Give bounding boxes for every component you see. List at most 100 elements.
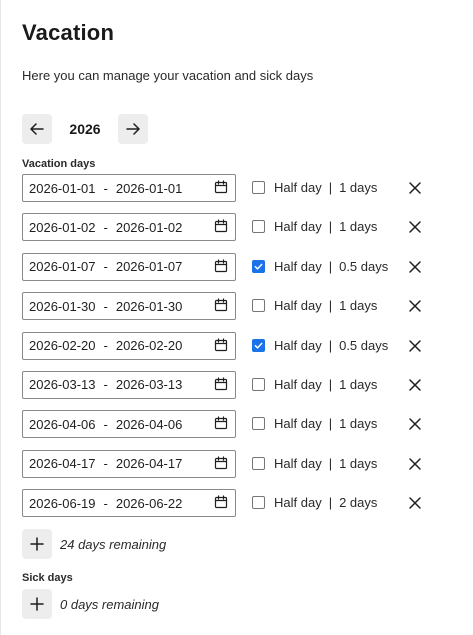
close-icon[interactable] <box>408 457 422 471</box>
previous-year-button[interactable] <box>22 114 52 144</box>
vacation-row: 2026-03-13-2026-03-13 Half day | 1 days <box>22 370 442 410</box>
half-day-checkbox[interactable] <box>252 338 265 352</box>
calendar-icon[interactable] <box>214 377 228 391</box>
pipe-separator: | <box>328 495 333 511</box>
end-date: 2026-01-02 <box>115 219 183 235</box>
days-count: 1 days <box>339 180 378 195</box>
date-range-input[interactable]: 2026-04-17-2026-04-17 <box>22 449 236 478</box>
plus-icon <box>30 537 44 551</box>
start-date: 2026-01-02 <box>29 219 96 235</box>
days-count: 1 days <box>339 376 378 392</box>
calendar-icon[interactable] <box>214 219 228 233</box>
calendar-icon[interactable] <box>214 416 228 430</box>
start-date: 2026-04-06 <box>29 416 96 432</box>
pipe-separator: | <box>328 455 333 471</box>
half-day-checkbox[interactable] <box>252 181 265 194</box>
vacation-row: 2026-01-30-2026-01-30 Half day | 1 days <box>22 292 442 331</box>
year-label: 2026 <box>69 121 101 137</box>
start-date: 2026-04-17 <box>29 456 96 472</box>
date-range-input[interactable]: 2026-04-06-2026-04-06 <box>22 410 236 439</box>
calendar-icon[interactable] <box>214 259 228 273</box>
date-range-input[interactable]: 2026-03-13-2026-03-13 <box>22 370 236 399</box>
date-separator: - <box>103 416 108 432</box>
close-icon[interactable] <box>408 299 422 313</box>
calendar-icon[interactable] <box>214 180 228 194</box>
vacation-remaining: 24 days remaining <box>60 536 167 552</box>
half-day-checkbox[interactable] <box>252 299 265 313</box>
date-separator: - <box>103 180 108 196</box>
date-separator: - <box>103 219 108 235</box>
date-range-input[interactable]: 2026-01-02-2026-01-02 <box>22 213 236 242</box>
close-icon[interactable] <box>408 181 422 195</box>
end-date: 2026-01-30 <box>115 298 183 314</box>
date-range-input[interactable]: 2026-06-19-2026-06-22 <box>22 489 236 518</box>
start-date: 2026-01-01 <box>29 180 96 196</box>
calendar-icon[interactable] <box>214 298 228 312</box>
half-day-label: Half day | 0.5 days <box>274 338 388 353</box>
close-icon[interactable] <box>408 220 422 234</box>
date-separator: - <box>103 495 108 511</box>
end-date: 2026-03-13 <box>115 377 183 393</box>
start-date: 2026-01-30 <box>29 298 96 314</box>
days-count: 1 days <box>339 455 378 471</box>
half-day-label: Half day | 1 days <box>274 377 377 392</box>
date-separator: - <box>103 338 108 354</box>
close-icon[interactable] <box>408 260 422 274</box>
half-day-text: Half day <box>274 219 322 235</box>
calendar-icon[interactable] <box>214 456 228 470</box>
vacation-row: 2026-04-17-2026-04-17 Half day | 1 days <box>22 449 442 489</box>
next-year-button[interactable] <box>118 114 148 144</box>
end-date: 2026-06-22 <box>115 495 183 511</box>
close-icon[interactable] <box>408 417 422 431</box>
date-separator: - <box>103 259 108 275</box>
half-day-text: Half day <box>274 495 322 511</box>
calendar-icon[interactable] <box>214 495 228 509</box>
checkmark-icon <box>254 263 263 270</box>
pipe-separator: | <box>328 298 333 314</box>
half-day-checkbox[interactable] <box>252 259 265 273</box>
days-count: 0.5 days <box>339 258 389 274</box>
close-icon[interactable] <box>408 378 422 392</box>
end-date: 2026-02-20 <box>115 338 183 354</box>
pipe-separator: | <box>328 219 333 235</box>
vacation-add-row: 24 days remaining <box>22 529 166 559</box>
pipe-separator: | <box>328 258 333 274</box>
half-day-text: Half day <box>274 416 322 432</box>
date-range-input[interactable]: 2026-01-07-2026-01-07 <box>22 252 236 281</box>
date-separator: - <box>103 298 108 314</box>
sick-add-row: 0 days remaining <box>22 589 159 619</box>
half-day-checkbox[interactable] <box>252 377 265 391</box>
date-range-input[interactable]: 2026-01-01-2026-01-01 <box>22 174 236 202</box>
date-separator: - <box>103 456 108 472</box>
add-sick-day-button[interactable] <box>22 589 52 619</box>
half-day-label: Half day | 1 days <box>274 416 377 431</box>
end-date: 2026-04-06 <box>115 416 183 432</box>
vacation-row: 2026-01-02-2026-01-02 Half day | 1 days <box>22 213 442 252</box>
half-day-checkbox[interactable] <box>252 496 265 510</box>
date-range-input[interactable]: 2026-01-30-2026-01-30 <box>22 292 236 321</box>
vacation-days-label: Vacation days <box>22 158 96 170</box>
half-day-checkbox[interactable] <box>252 417 265 431</box>
half-day-label: Half day | 2 days <box>274 495 377 510</box>
half-day-label: Half day | 0.5 days <box>274 259 388 274</box>
vacation-list: 2026-01-01-2026-01-01 Half day | 1 days 2026… <box>22 174 442 529</box>
days-count: 1 days <box>339 298 378 314</box>
end-date: 2026-04-17 <box>115 456 183 472</box>
pipe-separator: | <box>328 180 333 195</box>
half-day-text: Half day <box>274 337 322 353</box>
half-day-checkbox[interactable] <box>252 220 265 234</box>
half-day-label: Half day | 1 days <box>274 180 377 195</box>
close-icon[interactable] <box>408 339 422 353</box>
half-day-checkbox[interactable] <box>252 456 265 470</box>
checkmark-icon <box>254 342 263 349</box>
end-date: 2026-01-01 <box>115 180 183 196</box>
start-date: 2026-01-07 <box>29 259 96 275</box>
pipe-separator: | <box>328 337 333 353</box>
page-title: Vacation <box>22 20 115 45</box>
calendar-icon[interactable] <box>214 337 228 352</box>
half-day-label: Half day | 1 days <box>274 219 377 234</box>
date-range-input[interactable]: 2026-02-20-2026-02-20 <box>22 331 236 360</box>
sick-remaining: 0 days remaining <box>60 596 159 612</box>
close-icon[interactable] <box>408 496 422 510</box>
add-vacation-button[interactable] <box>22 529 52 559</box>
